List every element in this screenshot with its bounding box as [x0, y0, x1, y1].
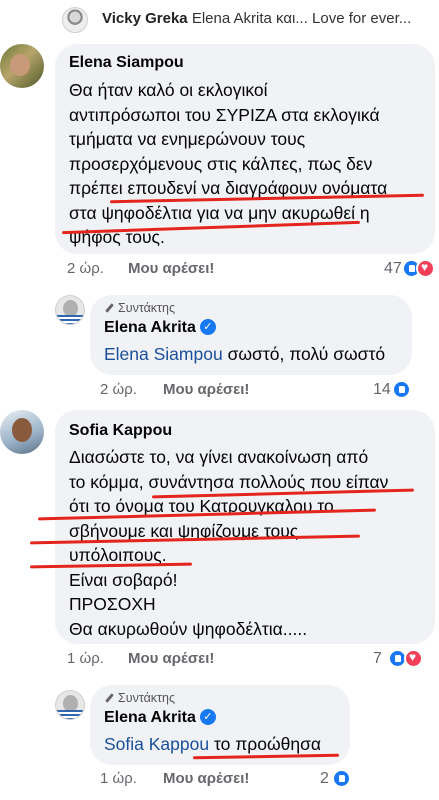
- like-reaction-icon: [392, 380, 411, 399]
- reaction-count[interactable]: 47: [384, 260, 402, 278]
- love-reaction-icon: [404, 649, 423, 668]
- avatar[interactable]: [62, 7, 88, 33]
- comment-line: αντιπρόσωποι του ΣΥΡΙΖΑ στα εκλογικά: [69, 104, 380, 125]
- reply-text: Sofia Kappou το προώθησα: [104, 732, 321, 757]
- avatar[interactable]: [0, 410, 44, 454]
- comment-author[interactable]: Elena Siampou: [69, 54, 184, 72]
- reply-author-name[interactable]: Elena Akrita: [104, 319, 196, 336]
- verified-icon: ✓: [199, 709, 216, 725]
- love-reaction-icon: [416, 259, 435, 278]
- mention-link[interactable]: Sofia Kappou: [104, 734, 209, 754]
- comment-author[interactable]: Sofia Kappou: [69, 422, 172, 440]
- author-badge: Συντάκτης: [104, 691, 175, 705]
- like-reaction-icon: [332, 769, 351, 788]
- mention-link[interactable]: Elena Siampou: [104, 344, 223, 364]
- comment-line: Θα ήταν καλό οι εκλογικοί: [69, 80, 268, 100]
- avatar[interactable]: [0, 44, 44, 88]
- comment-bubble: Sofia Kappou Διασώστε το, να γίνει ανακο…: [55, 410, 435, 644]
- pen-icon: [104, 303, 115, 314]
- previous-reply-text: Elena Akrita και... Love for ever...: [191, 10, 412, 27]
- comment-line: τμήματα να ενημερώνουν τους: [69, 129, 306, 149]
- reaction-count[interactable]: 2: [320, 770, 329, 788]
- reply-body: σωστό, πολύ σωστό: [222, 344, 386, 364]
- reply-text: Elena Siampou σωστό, πολύ σωστό: [104, 342, 385, 367]
- comment-timestamp[interactable]: 1 ώρ.: [67, 650, 104, 667]
- reply-author[interactable]: Elena Akrita ✓: [104, 709, 216, 727]
- author-badge-label: Συντάκτης: [118, 691, 175, 705]
- author-badge: Συντάκτης: [104, 301, 175, 315]
- like-button[interactable]: Μου αρέσει!: [128, 260, 214, 277]
- comment-line: Θα ακυρωθούν ψηφοδέλτια.....: [69, 618, 308, 639]
- previous-reply-author[interactable]: Vicky Greka: [102, 10, 188, 27]
- pen-icon: [104, 693, 115, 704]
- comment-line: Διασώστε το, να γίνει ανακοίνωση από: [69, 447, 369, 467]
- author-badge-label: Συντάκτης: [118, 301, 175, 315]
- comment-timestamp[interactable]: 2 ώρ.: [100, 381, 137, 398]
- reaction-count[interactable]: 7: [373, 650, 382, 668]
- reply-bubble: Συντάκτης Elena Akrita ✓ Sofia Kappou το …: [90, 685, 350, 765]
- like-button[interactable]: Μου αρέσει!: [128, 650, 214, 667]
- comment-line: ΠΡΟΣΟΧΗ: [69, 594, 156, 614]
- like-button[interactable]: Μου αρέσει!: [163, 381, 249, 398]
- reply-author-name[interactable]: Elena Akrita: [104, 709, 196, 726]
- reply-bubble: Συντάκτης Elena Akrita ✓ Elena Siampou σω…: [90, 295, 412, 375]
- previous-reply-preview: Vicky Greka Elena Akrita και... Love for…: [102, 10, 411, 27]
- reply-body: το προώθησα: [209, 734, 322, 754]
- like-button[interactable]: Μου αρέσει!: [163, 770, 249, 787]
- comment-timestamp[interactable]: 1 ώρ.: [100, 770, 137, 787]
- comment-timestamp[interactable]: 2 ώρ.: [67, 260, 104, 277]
- reply-author[interactable]: Elena Akrita ✓: [104, 319, 216, 337]
- previous-reply-row[interactable]: Vicky Greka Elena Akrita και... Love for…: [0, 0, 439, 40]
- comment-line: προσερχόμενους στις κάλπες, πως δεν: [69, 153, 373, 174]
- avatar[interactable]: [55, 690, 85, 720]
- verified-icon: ✓: [199, 319, 216, 335]
- comment-line: Είναι σοβαρό!: [69, 569, 178, 590]
- reaction-count[interactable]: 14: [373, 381, 391, 399]
- avatar[interactable]: [55, 295, 85, 325]
- comment-bubble: Elena Siampou Θα ήταν καλό οι εκλογικοί …: [55, 44, 435, 254]
